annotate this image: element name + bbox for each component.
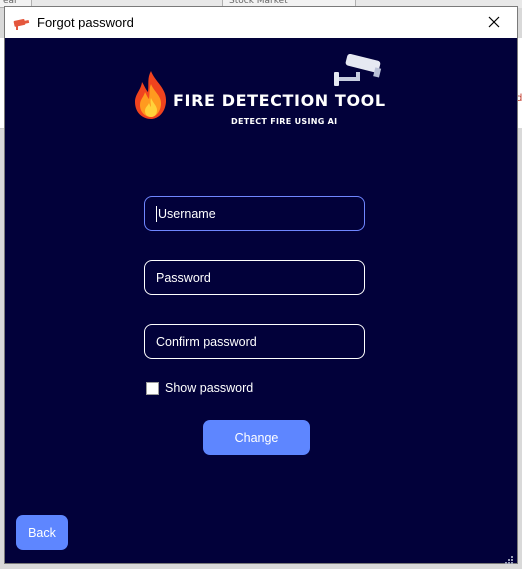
back-button[interactable]: Back	[16, 515, 68, 550]
window-title: Forgot password	[37, 15, 134, 30]
close-icon	[488, 13, 500, 32]
title-bar[interactable]: Forgot password	[5, 7, 517, 38]
close-button[interactable]	[471, 7, 517, 38]
confirm-password-placeholder: Confirm password	[156, 334, 257, 349]
password-input[interactable]: Password	[144, 260, 365, 295]
show-password-row[interactable]: Show password	[146, 381, 253, 395]
app-logo: FIRE DETECTION TOOL DETECT FIRE USING AI	[5, 38, 517, 148]
username-input[interactable]: Username	[144, 196, 365, 231]
flame-icon	[133, 70, 169, 124]
forgot-password-dialog: Forgot password FIRE DETECTION TOOL DETE…	[4, 6, 518, 564]
username-placeholder: Username	[158, 206, 216, 221]
brand-title: FIRE DETECTION TOOL	[173, 91, 386, 110]
security-camera-icon	[332, 53, 386, 92]
change-button[interactable]: Change	[203, 420, 310, 455]
brand-subtitle: DETECT FIRE USING AI	[231, 117, 338, 126]
password-placeholder: Password	[156, 270, 211, 285]
resize-grip-icon[interactable]	[504, 550, 514, 564]
confirm-password-input[interactable]: Confirm password	[144, 324, 365, 359]
camera-icon	[13, 16, 31, 30]
text-caret	[156, 205, 157, 222]
show-password-checkbox[interactable]	[146, 381, 159, 395]
show-password-label[interactable]: Show password	[165, 381, 253, 395]
